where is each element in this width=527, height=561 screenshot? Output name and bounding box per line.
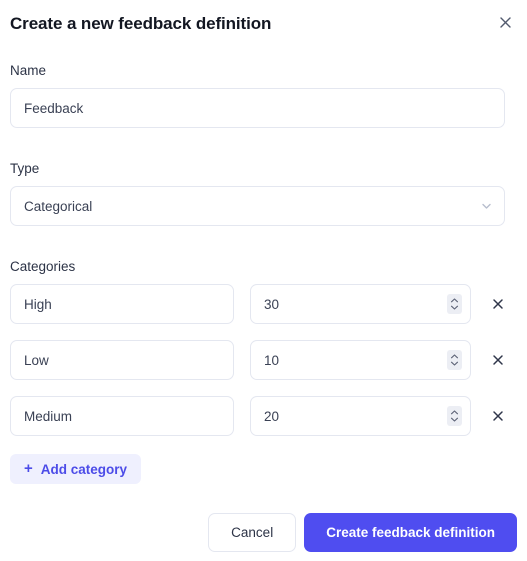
category-row	[10, 284, 517, 324]
type-select[interactable]: Categorical	[10, 186, 505, 226]
close-icon	[491, 297, 505, 311]
close-icon	[498, 15, 513, 30]
remove-category-button[interactable]	[485, 291, 511, 317]
remove-category-button[interactable]	[485, 347, 511, 373]
plus-icon: +	[24, 460, 33, 477]
category-name-input[interactable]	[10, 340, 234, 380]
dialog-footer: Cancel Create feedback definition	[208, 513, 517, 552]
number-stepper[interactable]	[447, 406, 462, 426]
cancel-button[interactable]: Cancel	[208, 513, 297, 552]
category-value-wrapper	[250, 284, 471, 324]
category-value-input[interactable]	[250, 340, 471, 380]
category-row	[10, 340, 517, 380]
type-field-group: Type Categorical	[10, 161, 517, 226]
name-input[interactable]	[10, 88, 505, 128]
type-select-value: Categorical	[24, 198, 93, 214]
dialog-header: Create a new feedback definition	[10, 0, 517, 46]
category-value-wrapper	[250, 396, 471, 436]
name-label: Name	[10, 63, 47, 78]
category-value-input[interactable]	[250, 284, 471, 324]
add-category-label: Add category	[40, 461, 128, 477]
categories-list	[10, 284, 517, 436]
add-category-button[interactable]: + Add category	[10, 454, 142, 484]
category-value-wrapper	[250, 340, 471, 380]
close-icon	[491, 353, 505, 367]
close-icon	[491, 409, 505, 423]
dialog-title: Create a new feedback definition	[10, 14, 272, 33]
category-row	[10, 396, 517, 436]
category-name-input[interactable]	[10, 396, 234, 436]
categories-field-group: Categories High 30 Low 10 Medium 20 + Ad…	[10, 259, 517, 484]
type-label: Type	[10, 161, 40, 176]
number-stepper[interactable]	[447, 294, 462, 314]
type-select-wrapper: Categorical	[10, 186, 505, 226]
create-feedback-definition-button[interactable]: Create feedback definition	[304, 513, 517, 552]
name-field-group: Name	[10, 63, 517, 128]
create-feedback-definition-dialog: Create a new feedback definition Name Ty…	[0, 0, 527, 561]
remove-category-button[interactable]	[485, 403, 511, 429]
category-name-input[interactable]	[10, 284, 234, 324]
category-value-input[interactable]	[250, 396, 471, 436]
categories-label: Categories	[10, 259, 76, 274]
close-dialog-button[interactable]	[493, 10, 517, 34]
number-stepper[interactable]	[447, 350, 462, 370]
